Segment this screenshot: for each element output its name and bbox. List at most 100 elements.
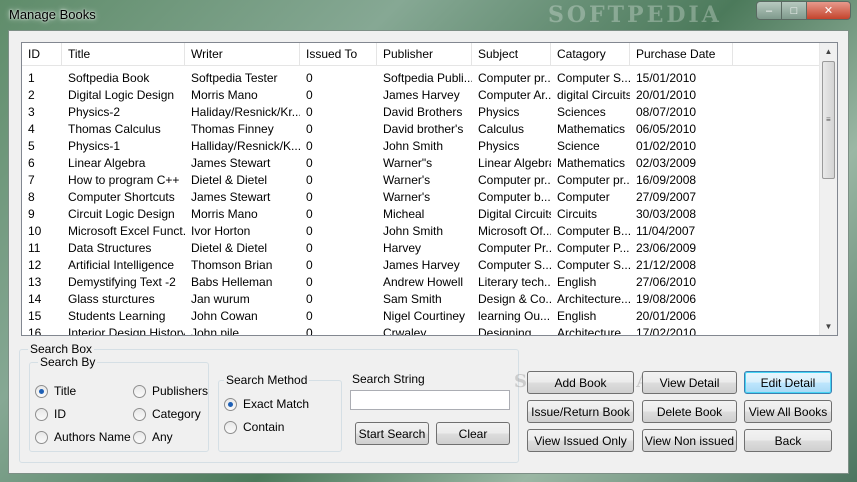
table-cell: 9: [28, 207, 35, 221]
view-detail-button[interactable]: View Detail: [642, 371, 737, 394]
table-row[interactable]: 11 Data Structures Dietel & Dietel 0 Harvey C…: [22, 240, 819, 257]
table-cell: Design & Co...: [478, 292, 551, 306]
table-cell: English: [557, 275, 597, 289]
radio-category[interactable]: Category: [133, 406, 201, 422]
grip-icon: ≡: [826, 115, 831, 124]
table-cell: 27/09/2007: [636, 190, 697, 204]
table-cell: 5: [28, 139, 35, 153]
column-header[interactable]: ID: [22, 43, 62, 66]
radio-contain-label: Contain: [243, 420, 285, 434]
table-row[interactable]: 4 Thomas Calculus Thomas Finney 0 David brot…: [22, 121, 819, 138]
radio-authors-name-circle: [35, 430, 48, 444]
table-cell: Softpedia Book: [68, 71, 150, 85]
radio-publishers-circle: [133, 384, 146, 398]
table-row[interactable]: 1 Softpedia Book Softpedia Tester 0 Softpedi…: [22, 70, 819, 87]
radio-title-label: Title: [54, 384, 77, 398]
edit-detail-button[interactable]: Edit Detail: [744, 371, 832, 394]
scroll-thumb[interactable]: ≡: [822, 61, 835, 179]
table-cell: Warner's: [383, 173, 431, 187]
table-cell: 17/02/2010: [636, 326, 697, 336]
column-header[interactable]: Writer: [185, 43, 300, 66]
table-row[interactable]: 5 Physics-1 Halliday/Resnick/K... 0 John Smi…: [22, 138, 819, 155]
add-book-button[interactable]: Add Book: [527, 371, 634, 394]
table-cell: Digital Logic Design: [68, 88, 175, 102]
column-header[interactable]: Subject: [472, 43, 551, 66]
table-cell: 08/07/2010: [636, 105, 697, 119]
start-search-button[interactable]: Start Search: [355, 422, 429, 445]
table-row[interactable]: 16 Interior Design History John pile 0 Crwal…: [22, 325, 819, 336]
view-all-books-button[interactable]: View All Books: [744, 400, 832, 423]
radio-exact-match[interactable]: Exact Match: [224, 396, 309, 412]
view-non-issued-button[interactable]: View Non issued: [642, 429, 737, 452]
maximize-button[interactable]: □: [782, 1, 807, 20]
table-row[interactable]: 3 Physics-2 Haliday/Resnick/Kr... 0 David Br…: [22, 104, 819, 121]
vertical-scrollbar[interactable]: ▲ ≡ ▼: [819, 43, 837, 335]
table-cell: Students Learning: [68, 309, 166, 323]
delete-book-button[interactable]: Delete Book: [642, 400, 737, 423]
radio-contain-circle: [224, 420, 237, 434]
table-row[interactable]: 14 Glass sturctures Jan wurum 0 Sam Smith Des…: [22, 291, 819, 308]
back-button[interactable]: Back: [744, 429, 832, 452]
table-cell: Computer Pr...: [478, 241, 551, 255]
radio-any[interactable]: Any: [133, 429, 173, 445]
table-cell: 15/01/2010: [636, 71, 697, 85]
table-cell: Physics-1: [68, 139, 121, 153]
search-box-label: Search Box: [28, 342, 95, 356]
search-box-group: Search Box Search By Title ID Authors Na…: [19, 342, 519, 463]
table-cell: Jan wurum: [191, 292, 250, 306]
close-icon: ✕: [823, 5, 834, 17]
table-cell: 12: [28, 258, 42, 272]
scroll-down-icon[interactable]: ▼: [820, 318, 837, 335]
table-row[interactable]: 8 Computer Shortcuts James Stewart 0 Warner'…: [22, 189, 819, 206]
table-cell: Computer S...: [557, 258, 630, 272]
table-cell: 2: [28, 88, 35, 102]
minimize-button[interactable]: –: [756, 1, 782, 20]
table-row[interactable]: 12 Artificial Intelligence Thomson Brian 0 J…: [22, 257, 819, 274]
table-cell: Sciences: [557, 105, 606, 119]
table-cell: David brother's: [383, 122, 464, 136]
column-header[interactable]: Catagory: [551, 43, 630, 66]
scroll-up-icon[interactable]: ▲: [820, 43, 837, 60]
radio-id[interactable]: ID: [35, 406, 66, 422]
table-cell: 6: [28, 156, 35, 170]
table-cell: 0: [306, 207, 313, 221]
table-row[interactable]: 6 Linear Algebra James Stewart 0 Warner"s Lin…: [22, 155, 819, 172]
table-row[interactable]: 13 Demystifying Text -2 Babs Helleman 0 Andr…: [22, 274, 819, 291]
close-button[interactable]: ✕: [807, 1, 851, 20]
column-header[interactable]: Purchase Date: [630, 43, 733, 66]
table-cell: 0: [306, 258, 313, 272]
table-cell: Computer: [557, 190, 610, 204]
column-header[interactable]: Issued To: [300, 43, 377, 66]
radio-title[interactable]: Title: [35, 383, 76, 399]
table-cell: Morris Mano: [191, 88, 258, 102]
radio-publishers[interactable]: Publishers: [133, 383, 208, 399]
table-cell: James Harvey: [383, 88, 460, 102]
table-cell: Data Structures: [68, 241, 152, 255]
table-cell: Thomas Finney: [191, 122, 274, 136]
issue-return-book-button[interactable]: Issue/Return Book: [527, 400, 634, 423]
table-cell: 11/04/2007: [636, 224, 696, 238]
table-cell: 01/02/2010: [636, 139, 697, 153]
table-cell: 16/09/2008: [636, 173, 697, 187]
table-row[interactable]: 9 Circuit Logic Design Morris Mano 0 Micheal…: [22, 206, 819, 223]
view-issued-only-button[interactable]: View Issued Only: [527, 429, 634, 452]
books-grid[interactable]: ID Title Writer Issued To Publisher Subject Ca…: [21, 42, 838, 336]
table-cell: Linear Algebra: [478, 156, 551, 170]
search-string-input[interactable]: [350, 390, 510, 410]
radio-category-label: Category: [152, 407, 201, 421]
table-cell: John Cowan: [191, 309, 258, 323]
table-row[interactable]: 10 Microsoft Excel Funct... Ivor Horton 0 Jo…: [22, 223, 819, 240]
table-cell: Calculus: [478, 122, 525, 136]
column-header[interactable]: Publisher: [377, 43, 472, 66]
search-method-label: Search Method: [224, 373, 310, 387]
column-header[interactable]: Title: [62, 43, 185, 66]
radio-contain[interactable]: Contain: [224, 419, 284, 435]
table-cell: Thomson Brian: [191, 258, 273, 272]
watermark: SOFTPEDIA: [548, 2, 722, 28]
table-row[interactable]: 2 Digital Logic Design Morris Mano 0 James H…: [22, 87, 819, 104]
radio-authors-name[interactable]: Authors Name: [35, 429, 131, 445]
table-row[interactable]: 7 How to program C++ Dietel & Dietel 0 Warne…: [22, 172, 819, 189]
table-cell: 0: [306, 292, 313, 306]
table-row[interactable]: 15 Students Learning John Cowan 0 Nigel Cour…: [22, 308, 819, 325]
clear-button[interactable]: Clear: [436, 422, 510, 445]
